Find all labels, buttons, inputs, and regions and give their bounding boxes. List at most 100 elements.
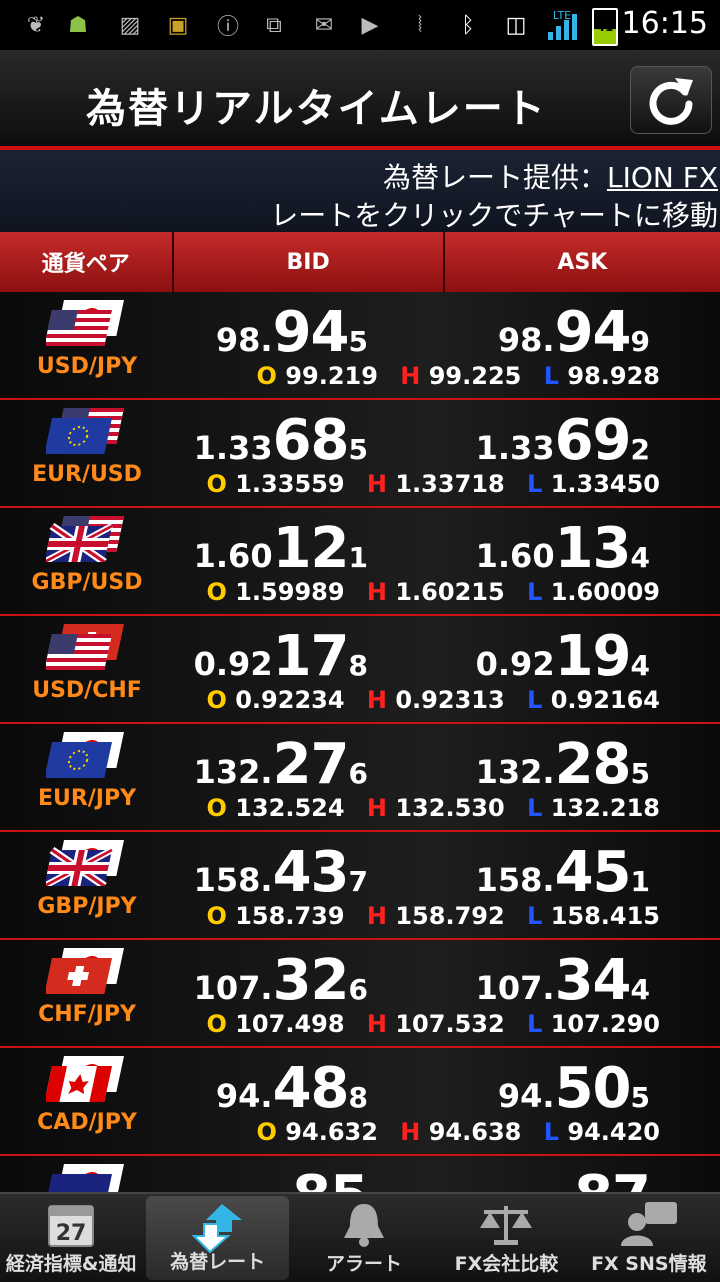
rate-row[interactable]: GBP/USD 1.60121 1.60134 O 1.59989 H 1.60…: [0, 508, 720, 616]
low-label: L: [543, 362, 560, 390]
ask-prefix: 107.: [475, 969, 555, 1007]
open-value: 132.524: [235, 794, 345, 822]
high-label: H: [366, 794, 387, 822]
open-label: O: [206, 470, 227, 498]
low-label: L: [527, 470, 543, 498]
bid-price[interactable]: 1.60121: [168, 516, 368, 581]
tab-bell[interactable]: アラート: [293, 1194, 435, 1282]
low-value: 158.415: [550, 902, 660, 930]
ask-fraction: 1: [630, 865, 650, 898]
low-value: 1.33450: [550, 470, 660, 498]
high-value: 94.638: [428, 1118, 522, 1146]
tab-label: 為替レート: [170, 1251, 266, 1273]
bid-pips: 27: [272, 732, 350, 797]
ask-price[interactable]: 158.451: [450, 840, 650, 905]
open-value: 1.59989: [235, 578, 345, 606]
open-label: O: [206, 1010, 227, 1038]
bid-fraction: 8: [348, 1081, 368, 1114]
us-jp-flag-icon: [46, 300, 124, 346]
tab-label: FX会社比較: [454, 1253, 559, 1275]
pair-label: GBP/JPY: [37, 894, 137, 919]
bid-price[interactable]: 158.437: [168, 840, 368, 905]
low-label: L: [527, 578, 543, 606]
bid-price[interactable]: 132.276: [168, 732, 368, 797]
rate-list: USD/JPY 98.945 98.949 O 99.219 H 99.225 …: [0, 292, 720, 1192]
ohl-line: O 94.632 H 94.638 L 94.420: [257, 1118, 660, 1146]
ask-pips: 45: [554, 840, 632, 905]
tab-label: アラート: [326, 1253, 403, 1275]
eu-us-flag-icon: [46, 408, 124, 454]
pair-label: EUR/JPY: [37, 786, 137, 811]
bid-fraction: 7: [348, 865, 368, 898]
high-label: H: [366, 578, 387, 606]
ask-price[interactable]: 87: [450, 1164, 651, 1192]
open-label: O: [206, 794, 227, 822]
ask-pips: 50: [554, 1056, 632, 1121]
calendar-badge: 27: [56, 1221, 87, 1246]
open-label: O: [256, 1118, 277, 1146]
ask-price[interactable]: 0.92194: [450, 624, 650, 689]
provider-link[interactable]: LION FX: [607, 161, 718, 194]
gb-us-flag-icon: [46, 516, 124, 562]
column-header: 通貨ペア BID ASK: [0, 232, 720, 292]
low-value: 98.928: [567, 362, 660, 390]
copy-icon: ⧉: [266, 12, 282, 38]
tab-chat-user[interactable]: FX SNS情報: [578, 1194, 720, 1282]
rate-row[interactable]: 85 87: [0, 1156, 720, 1192]
bid-pips: 85: [292, 1164, 369, 1192]
ask-prefix: 0.92: [475, 645, 555, 683]
ca-jp-flag-icon: [46, 1056, 124, 1102]
rate-row[interactable]: USD/CHF 0.92178 0.92194 O 0.92234 H 0.92…: [0, 616, 720, 724]
ohl-line: O 1.59989 H 1.60215 L 1.60009: [206, 578, 660, 606]
clock: 16:15: [621, 6, 708, 41]
rate-row[interactable]: GBP/JPY 158.437 158.451 O 158.739 H 158.…: [0, 832, 720, 940]
bid-pips: 43: [272, 840, 350, 905]
low-label: L: [543, 1118, 560, 1146]
bid-price[interactable]: 85: [168, 1164, 369, 1192]
rate-row[interactable]: USD/JPY 98.945 98.949 O 99.219 H 99.225 …: [0, 292, 720, 400]
open-value: 0.92234: [235, 686, 345, 714]
open-value: 158.739: [235, 902, 345, 930]
title-bar: 為替リアルタイムレート: [0, 50, 720, 146]
bid-fraction: 5: [348, 433, 368, 466]
header-pair: 通貨ペア: [0, 232, 174, 292]
rate-row[interactable]: EUR/USD 1.33685 1.33692 O 1.33559 H 1.33…: [0, 400, 720, 508]
ask-price[interactable]: 132.285: [450, 732, 650, 797]
pair-label: USD/CHF: [32, 678, 142, 703]
chat-user-icon: [619, 1200, 679, 1252]
ask-price[interactable]: 98.949: [450, 300, 650, 365]
open-label: O: [206, 902, 227, 930]
hint-text: レートをクリックでチャートに移動: [270, 199, 718, 232]
ask-price[interactable]: 94.505: [450, 1056, 650, 1121]
high-value: 1.60215: [395, 578, 505, 606]
bid-price[interactable]: 94.488: [168, 1056, 368, 1121]
ask-fraction: 4: [630, 541, 650, 574]
rate-row[interactable]: EUR/JPY 132.276 132.285 O 132.524 H 132.…: [0, 724, 720, 832]
info-icon: ⓘ: [216, 15, 239, 40]
tab-scale[interactable]: FX会社比較: [435, 1194, 577, 1282]
ask-price[interactable]: 1.33692: [450, 408, 650, 473]
rate-row[interactable]: CAD/JPY 94.488 94.505 O 94.632 H 94.638 …: [0, 1048, 720, 1156]
tab-calendar[interactable]: 27 経済指標&通知: [0, 1194, 142, 1282]
open-value: 1.33559: [235, 470, 345, 498]
ohl-line: O 158.739 H 158.792 L 158.415: [206, 902, 660, 930]
bid-price[interactable]: 0.92178: [168, 624, 368, 689]
low-label: L: [527, 794, 543, 822]
bid-price[interactable]: 107.326: [168, 948, 368, 1013]
rate-row[interactable]: CHF/JPY 107.326 107.344 O 107.498 H 107.…: [0, 940, 720, 1048]
open-value: 94.632: [285, 1118, 378, 1146]
ask-price[interactable]: 107.344: [450, 948, 650, 1013]
ask-price[interactable]: 1.60134: [450, 516, 650, 581]
high-label: H: [366, 1010, 387, 1038]
tab-exchange-arrows[interactable]: 為替レート: [146, 1196, 289, 1280]
bid-prefix: 132.: [193, 753, 273, 791]
refresh-button[interactable]: [630, 66, 712, 134]
pair-label: EUR/USD: [32, 462, 142, 487]
high-label: H: [366, 902, 387, 930]
gb-jp-flag-icon: [46, 840, 124, 886]
bid-price[interactable]: 1.33685: [168, 408, 368, 473]
high-value: 132.530: [395, 794, 505, 822]
bid-price[interactable]: 98.945: [168, 300, 368, 365]
ch-jp-flag-icon: [46, 948, 124, 994]
ohl-line: O 1.33559 H 1.33718 L 1.33450: [206, 470, 660, 498]
